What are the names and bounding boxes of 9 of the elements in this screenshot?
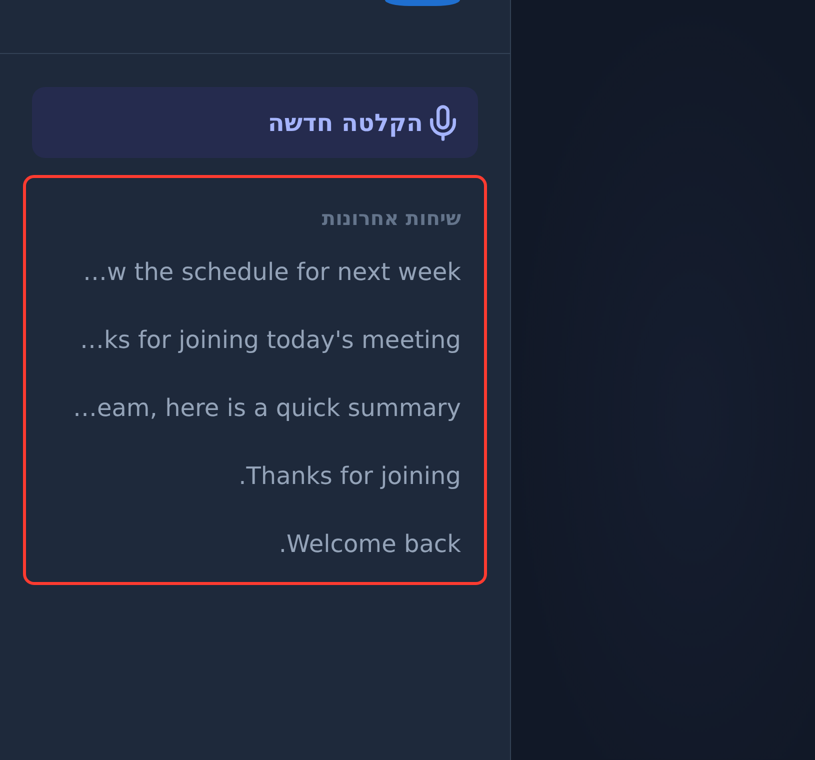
conversation-item[interactable]: Welcome back. [49,524,461,564]
conversation-item[interactable]: eam, here is a quick summary… [49,388,461,428]
microphone-icon [430,104,456,140]
conversation-item[interactable]: ks for joining today's meeting… [49,320,461,360]
conversation-item[interactable]: Thanks for joining. [49,456,461,496]
conversation-item[interactable]: w the schedule for next week… [49,252,461,292]
header-button[interactable] [385,0,460,6]
new-recording-button[interactable]: הקלטה חדשה [32,87,478,158]
section-heading: שיחות אחרונות [320,205,461,232]
